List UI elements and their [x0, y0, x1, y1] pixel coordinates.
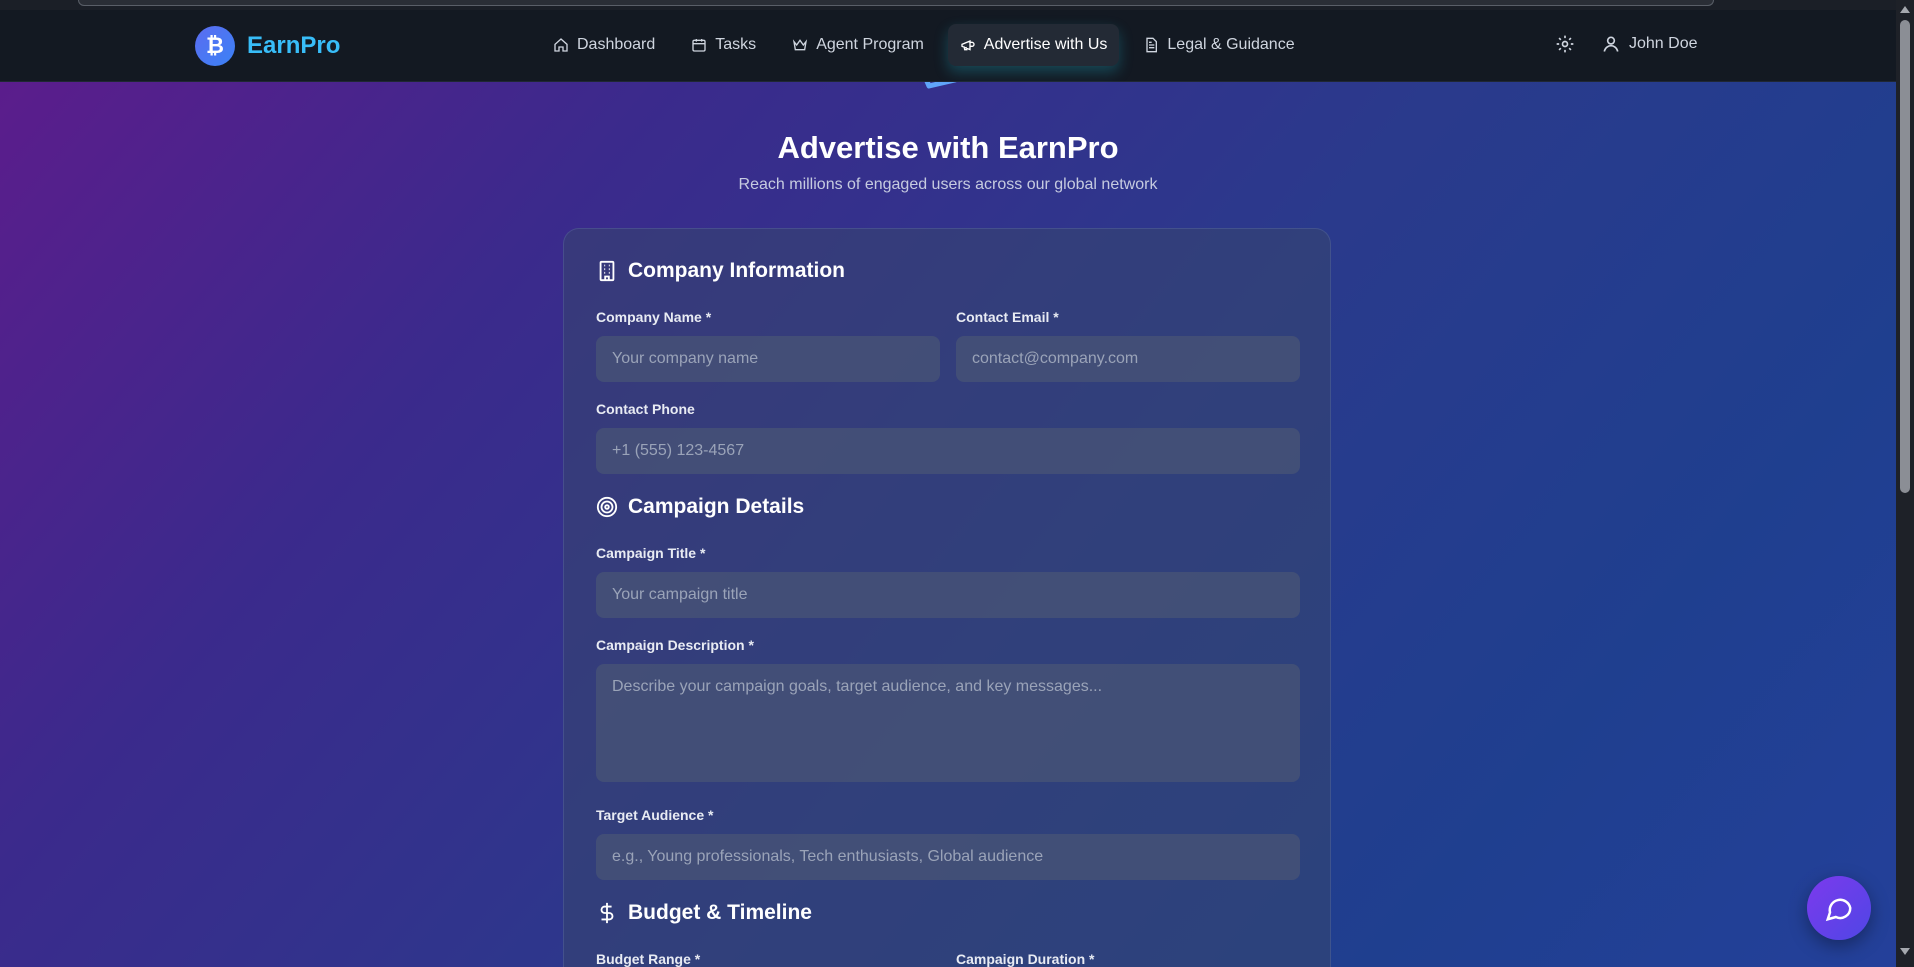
company-name-input[interactable] [596, 336, 940, 382]
target-icon [596, 496, 618, 518]
home-icon [554, 38, 568, 52]
contact-phone-input[interactable] [596, 428, 1300, 474]
section-campaign: Campaign Details [596, 495, 804, 519]
top-navbar: ₿ EarnPro Dashboard Tasks Agent Program … [0, 10, 1896, 82]
browser-tab[interactable] [78, 0, 1714, 6]
calendar-icon [692, 39, 706, 52]
nav-item-label: Tasks [715, 36, 757, 53]
campaign-description-textarea[interactable] [596, 664, 1300, 782]
nav-item-label: Agent Program [816, 36, 924, 53]
campaign-title-input[interactable] [596, 572, 1300, 618]
nav-item-legal[interactable]: Legal & Guidance [1131, 24, 1306, 66]
browser-chrome [0, 0, 1896, 10]
campaign-title-label: Campaign Title * [596, 545, 706, 561]
user-menu[interactable]: John Doe [1601, 34, 1698, 54]
nav-item-label: Advertise with Us [983, 36, 1108, 53]
nav-item-advertise[interactable]: Advertise with Us [947, 24, 1120, 66]
brand-name: EarnPro [247, 32, 341, 59]
nav-item-agent-program[interactable]: Agent Program [780, 24, 936, 66]
building-icon [599, 260, 615, 282]
section-title-text: Company Information [628, 259, 846, 282]
nav-right: John Doe [1555, 34, 1698, 54]
dollar-icon [600, 902, 614, 924]
target-audience-label: Target Audience * [596, 807, 714, 823]
nav-item-dashboard[interactable]: Dashboard [541, 24, 667, 66]
page-title: Advertise with EarnPro [777, 130, 1119, 165]
section-title-text: Budget & Timeline [628, 901, 812, 924]
contact-email-input[interactable] [956, 336, 1300, 382]
advertise-form-card: Company Information Company Name * Conta… [563, 228, 1331, 967]
nav-item-label: Legal & Guidance [1167, 36, 1295, 53]
user-name: John Doe [1629, 35, 1698, 52]
scroll-thumb[interactable] [1900, 20, 1910, 493]
brand-logo-icon: ₿ [195, 26, 235, 66]
nav-item-label: Dashboard [577, 36, 656, 53]
target-audience-input[interactable] [596, 834, 1300, 880]
section-company: Company Information [596, 259, 845, 283]
company-name-label: Company Name * [596, 309, 712, 325]
page-subtitle: Reach millions of engaged users across o… [738, 176, 1158, 193]
gear-icon[interactable] [1555, 34, 1575, 54]
scroll-down-arrow[interactable] [1900, 948, 1910, 955]
document-icon [1146, 37, 1158, 53]
chat-button[interactable] [1807, 876, 1871, 940]
section-title-text: Campaign Details [628, 495, 805, 518]
budget-range-label: Budget Range * [596, 951, 701, 967]
megaphone-icon [961, 40, 975, 51]
main-content: Advertise with EarnPro Reach millions of… [0, 82, 1896, 967]
brand[interactable]: ₿ EarnPro [195, 26, 340, 66]
section-budget: Budget & Timeline [596, 901, 812, 925]
main-nav: Dashboard Tasks Agent Program Advertise … [541, 24, 1319, 66]
contact-email-label: Contact Email * [956, 309, 1059, 325]
contact-phone-label: Contact Phone [596, 401, 695, 417]
scroll-up-arrow[interactable] [1900, 6, 1910, 13]
chat-bubble-icon [1825, 898, 1852, 922]
user-icon [1603, 36, 1619, 52]
nav-item-tasks[interactable]: Tasks [679, 24, 768, 66]
campaign-description-label: Campaign Description * [596, 637, 754, 653]
scrollbar[interactable] [1896, 0, 1914, 967]
campaign-duration-label: Campaign Duration * [956, 951, 1095, 967]
megaphone-icon [924, 82, 957, 89]
crown-icon [793, 39, 808, 51]
